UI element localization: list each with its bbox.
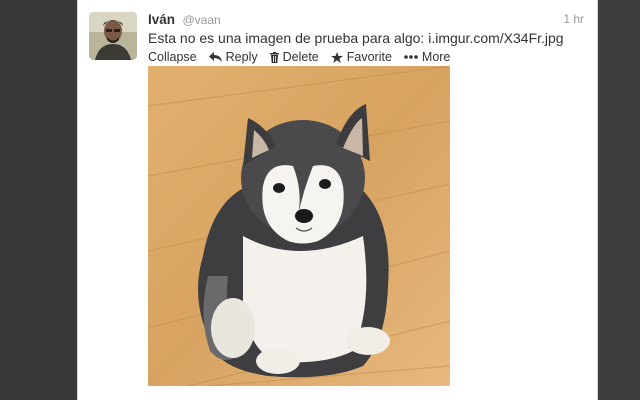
reply-label: Reply (225, 50, 258, 64)
more-button[interactable]: More (404, 50, 450, 64)
ellipsis-icon (404, 55, 418, 59)
tweet-card: Iván @vaan 1 hr Esta no es una imagen de… (77, 0, 598, 400)
reply-button[interactable]: Reply (208, 50, 258, 64)
author-name[interactable]: Iván (148, 12, 175, 27)
avatar-image (89, 12, 137, 60)
author-row: Iván @vaan (148, 11, 221, 27)
delete-label: Delete (282, 50, 319, 64)
author-handle[interactable]: @vaan (182, 13, 220, 27)
favorite-label: Favorite (346, 50, 392, 64)
tweet-text: Esta no es una imagen de prueba para alg… (148, 30, 564, 46)
avatar[interactable] (89, 12, 137, 60)
collapse-label: Collapse (148, 50, 197, 64)
delete-button[interactable]: Delete (269, 50, 319, 64)
reply-arrow-icon (208, 52, 222, 62)
puppy-photo (148, 66, 450, 386)
tweet-photo[interactable] (148, 66, 450, 386)
tweet-link[interactable]: i.imgur.com/X34Fr.jpg (428, 30, 563, 46)
tweet-actions: Collapse Reply Delete Favorite More (148, 50, 462, 64)
left-background (0, 0, 77, 400)
tweet-body: Esta no es una imagen de prueba para alg… (148, 30, 429, 46)
trash-icon (269, 51, 279, 63)
tweet-timestamp[interactable]: 1 hr (563, 12, 584, 26)
right-background (598, 0, 640, 400)
more-label: More (421, 50, 451, 64)
star-icon (330, 51, 343, 63)
favorite-button[interactable]: Favorite (330, 50, 392, 64)
collapse-button[interactable]: Collapse (148, 50, 197, 64)
